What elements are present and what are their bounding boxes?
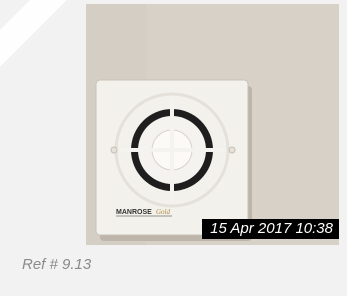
photo[interactable]: MANROSE Gold 15 Apr 2017 10:38 <box>86 4 339 245</box>
photo-timestamp: 15 Apr 2017 10:38 <box>202 219 339 239</box>
brand-label: MANROSE <box>116 209 152 216</box>
brand-sub-label: Gold <box>156 208 171 216</box>
reference-caption: Ref # 9.13 <box>22 256 92 273</box>
extractor-fan-image: MANROSE Gold <box>86 4 339 245</box>
corner-ribbon <box>0 0 81 79</box>
photo-card: MANROSE Gold 15 Apr 2017 10:38 Ref # 9.1… <box>0 0 347 296</box>
